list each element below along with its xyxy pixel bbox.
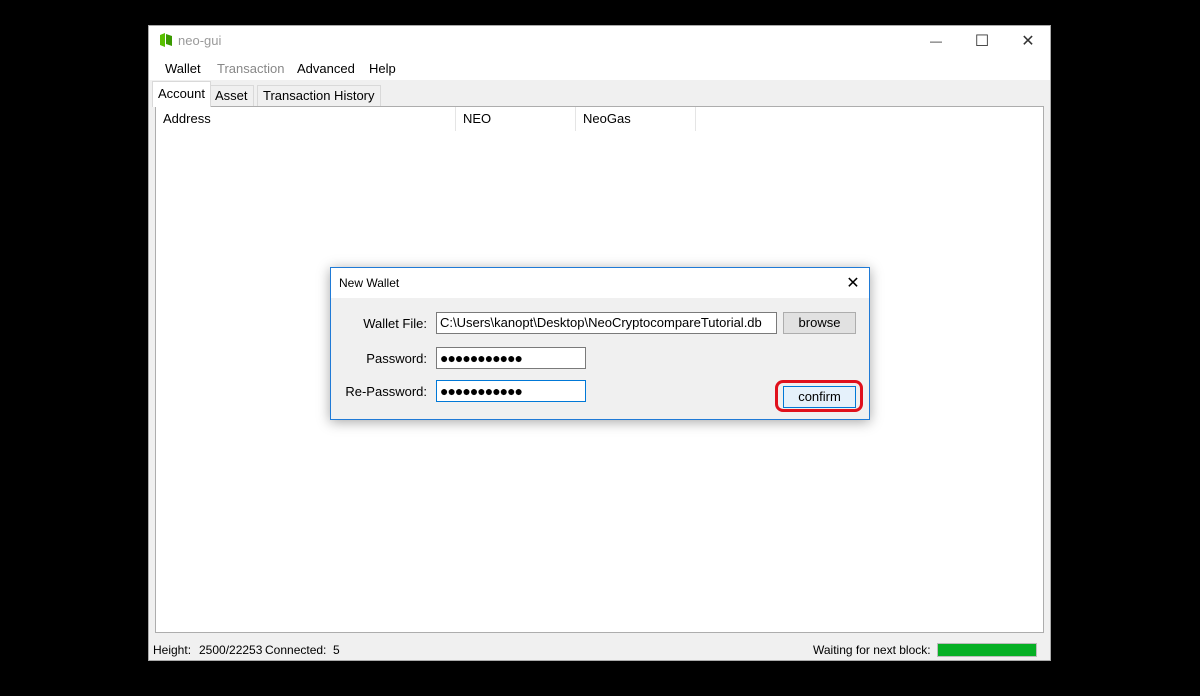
dialog-title-bar: New Wallet ✕ xyxy=(331,268,869,298)
menu-transaction[interactable]: Transaction xyxy=(217,61,284,76)
menu-help[interactable]: Help xyxy=(369,61,396,76)
block-progress-fill xyxy=(938,644,1036,656)
browse-button[interactable]: browse xyxy=(783,312,856,334)
menu-advanced[interactable]: Advanced xyxy=(297,61,355,76)
minimize-icon: — xyxy=(930,34,942,48)
menu-wallet[interactable]: Wallet xyxy=(165,61,201,76)
tab-account[interactable]: Account xyxy=(152,81,211,107)
title-bar: neo-gui — ☐ ✕ xyxy=(149,26,1050,56)
column-neo[interactable]: NEO xyxy=(456,107,576,131)
column-neogas[interactable]: NeoGas xyxy=(576,107,696,131)
menu-bar: Wallet Transaction Advanced Help xyxy=(149,56,1050,80)
window-title: neo-gui xyxy=(178,33,222,48)
maximize-button[interactable]: ☐ xyxy=(959,26,1005,56)
wallet-file-input[interactable]: C:\Users\kanopt\Desktop\NeoCryptocompare… xyxy=(436,312,777,334)
neo-logo-icon xyxy=(160,33,172,47)
password-input[interactable]: ●●●●●●●●●●● xyxy=(436,347,586,369)
password-label: Password: xyxy=(366,351,427,366)
tab-asset[interactable]: Asset xyxy=(209,85,254,106)
close-icon: ✕ xyxy=(846,275,860,292)
wallet-file-label: Wallet File: xyxy=(363,316,427,331)
maximize-icon: ☐ xyxy=(974,33,990,50)
status-bar: Height: 2500/22253 Connected: 5 Waiting … xyxy=(149,638,1050,660)
height-label: Height: xyxy=(153,643,192,657)
dialog-title: New Wallet xyxy=(339,276,400,290)
block-progress-bar xyxy=(937,643,1037,657)
close-icon: ✕ xyxy=(1021,33,1035,50)
new-wallet-dialog: New Wallet ✕ Wallet File: C:\Users\kanop… xyxy=(330,267,870,420)
repassword-input[interactable]: ●●●●●●●●●●● xyxy=(436,380,586,402)
connected-value: 5 xyxy=(333,643,340,657)
connected-label: Connected: xyxy=(265,643,327,657)
confirm-button[interactable]: confirm xyxy=(783,386,856,408)
close-button[interactable]: ✕ xyxy=(1005,26,1051,56)
waiting-label: Waiting for next block: xyxy=(813,643,931,657)
dialog-close-button[interactable]: ✕ xyxy=(837,268,869,298)
column-address[interactable]: Address xyxy=(156,107,456,131)
minimize-button[interactable]: — xyxy=(913,26,959,56)
height-value: 2500/22253 xyxy=(199,643,263,657)
repassword-label: Re-Password: xyxy=(345,384,427,399)
tab-transaction-history[interactable]: Transaction History xyxy=(257,85,381,106)
